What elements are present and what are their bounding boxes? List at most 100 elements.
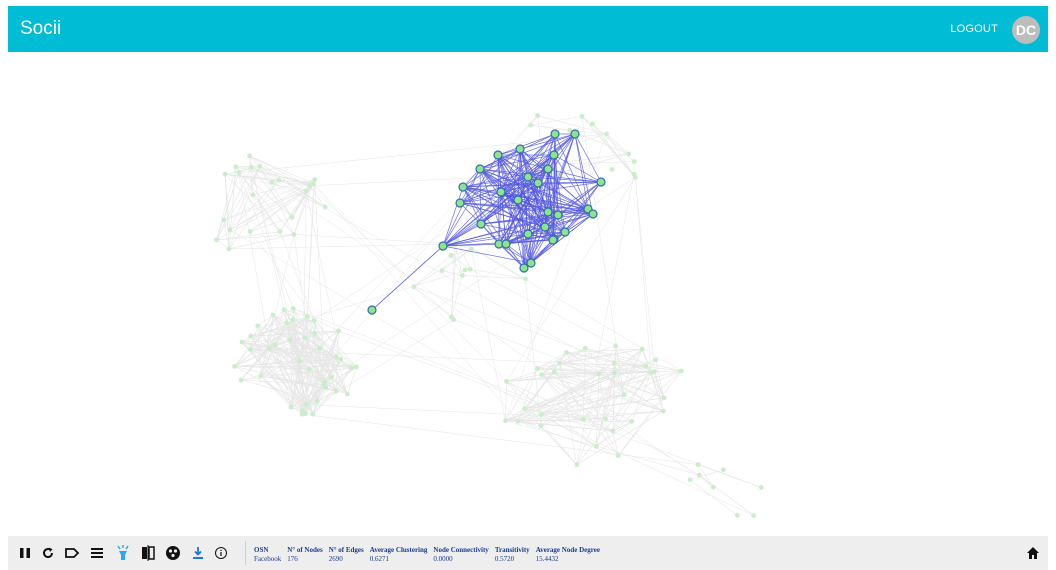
faded-node xyxy=(579,113,585,119)
stat-header: OSN xyxy=(254,546,269,554)
faded-node xyxy=(734,512,740,518)
logout-button[interactable]: LOGOUT xyxy=(950,23,998,35)
toolbar-divider xyxy=(245,541,246,565)
faded-node xyxy=(687,477,693,483)
community-icon[interactable] xyxy=(164,544,182,562)
faded-node xyxy=(582,345,588,351)
graph-node[interactable] xyxy=(560,227,570,237)
faded-node xyxy=(247,229,253,234)
graph-node[interactable] xyxy=(553,210,563,220)
info-icon[interactable] xyxy=(212,544,230,562)
faded-node xyxy=(222,171,228,177)
graph-node[interactable] xyxy=(496,187,506,197)
faded-node xyxy=(626,151,632,157)
app-title[interactable]: Socii xyxy=(20,18,61,40)
refresh-icon[interactable] xyxy=(39,544,57,562)
network-stats-table: OSN N° of Nodes N° of Edges Average Clus… xyxy=(254,546,606,563)
avatar[interactable]: DC xyxy=(1012,16,1040,44)
faded-node xyxy=(439,268,445,274)
faded-node xyxy=(239,339,245,345)
faded-node xyxy=(214,237,219,243)
graph-node[interactable] xyxy=(540,222,550,232)
faded-node xyxy=(564,349,569,355)
faded-node xyxy=(751,513,757,519)
faded-node xyxy=(678,368,684,374)
graph-node[interactable] xyxy=(570,129,580,139)
faded-edge xyxy=(524,408,754,516)
home-icon[interactable] xyxy=(1024,544,1042,562)
faded-edge xyxy=(413,248,472,288)
graph-node[interactable] xyxy=(515,144,525,154)
faded-node xyxy=(236,170,242,175)
faded-node xyxy=(503,418,508,424)
graph-node[interactable] xyxy=(549,150,559,160)
pause-icon[interactable] xyxy=(16,544,34,562)
faded-node xyxy=(227,227,233,233)
graph-node[interactable] xyxy=(543,164,553,174)
faded-node xyxy=(467,266,473,272)
graph-node[interactable] xyxy=(588,209,598,219)
stat-value: Facebook xyxy=(254,555,282,563)
label-icon[interactable] xyxy=(63,544,81,562)
highlighted-edge xyxy=(371,245,444,311)
faded-node xyxy=(710,484,716,490)
graph-node[interactable] xyxy=(476,219,486,229)
faded-node xyxy=(321,382,327,388)
faded-node xyxy=(639,346,645,352)
stat-header: Average Clustering xyxy=(369,546,428,554)
graph-node[interactable] xyxy=(526,258,536,268)
faded-node xyxy=(310,411,316,417)
faded-node xyxy=(451,317,456,323)
graph-node[interactable] xyxy=(543,207,553,217)
graph-node[interactable] xyxy=(548,235,558,245)
faded-edge xyxy=(530,124,570,131)
graph-node[interactable] xyxy=(455,198,465,208)
graph-node[interactable] xyxy=(550,129,560,139)
faded-node xyxy=(306,366,312,372)
faded-node xyxy=(604,131,609,137)
faded-edge xyxy=(450,248,472,256)
stat-header: N° of Edges xyxy=(328,546,364,554)
highlighted-nodes[interactable] xyxy=(367,129,606,315)
faded-node xyxy=(302,335,308,341)
faded-node xyxy=(538,423,544,429)
faded-node xyxy=(448,253,454,258)
faded-node xyxy=(258,373,264,379)
graph-node[interactable] xyxy=(475,164,485,174)
stat-value: 15.4432 xyxy=(535,555,559,563)
faded-node xyxy=(290,305,296,311)
faded-node xyxy=(721,467,726,473)
faded-node xyxy=(281,307,287,312)
graph-node[interactable] xyxy=(458,182,468,192)
network-graph-canvas[interactable] xyxy=(8,52,1048,536)
graph-node[interactable] xyxy=(513,195,523,205)
faded-node xyxy=(257,164,263,169)
graph-node[interactable] xyxy=(438,241,448,251)
faded-edge xyxy=(471,249,506,421)
compare-icon[interactable] xyxy=(139,544,157,562)
graph-node[interactable] xyxy=(533,178,543,188)
faded-node xyxy=(284,320,289,326)
graph-node[interactable] xyxy=(493,150,503,160)
faded-edge xyxy=(279,231,315,321)
faded-node xyxy=(277,229,283,234)
graph-node[interactable] xyxy=(596,177,606,187)
stats-value-row: Facebook 176 2690 0.6271 0.0000 0.5720 1… xyxy=(254,555,606,563)
stat-value: 176 xyxy=(287,555,298,563)
stats-header-row: OSN N° of Nodes N° of Edges Average Clus… xyxy=(254,546,606,555)
highlight-icon[interactable] xyxy=(114,544,132,562)
graph-node[interactable] xyxy=(501,239,511,249)
faded-node xyxy=(603,416,608,422)
graph-node[interactable] xyxy=(523,229,533,239)
faded-edge xyxy=(413,286,615,364)
graph-node[interactable] xyxy=(519,263,529,273)
stat-value: 2690 xyxy=(328,555,343,563)
faded-node xyxy=(314,398,320,404)
graph-node[interactable] xyxy=(367,305,377,315)
list-icon[interactable] xyxy=(88,544,106,562)
graph-node[interactable] xyxy=(523,172,533,182)
download-icon[interactable] xyxy=(189,544,207,562)
stat-header: Node Connectivity xyxy=(433,546,489,554)
faded-edge xyxy=(634,177,655,372)
faded-node xyxy=(523,276,528,282)
